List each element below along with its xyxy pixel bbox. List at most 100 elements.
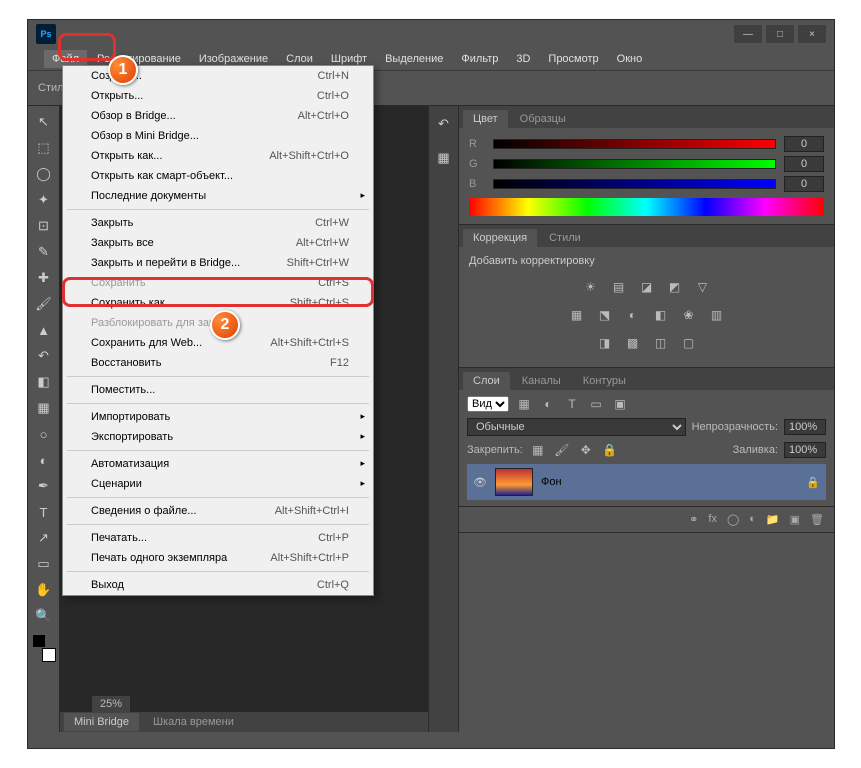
magic-wand-tool[interactable]: ✦: [32, 188, 56, 212]
layer-filter-select[interactable]: Вид: [467, 396, 509, 412]
colorbalance-icon[interactable]: ⬔: [596, 307, 614, 323]
delete-layer-icon[interactable]: 🗑: [810, 513, 824, 526]
maximize-button[interactable]: □: [766, 25, 794, 43]
marquee-tool[interactable]: ⬚: [32, 136, 56, 160]
close-button[interactable]: ×: [798, 25, 826, 43]
channelmixer-icon[interactable]: ❀: [680, 307, 698, 323]
lock-position-icon[interactable]: ✥: [577, 442, 595, 458]
vibrance-icon[interactable]: ▽: [694, 279, 712, 295]
fill-input[interactable]: [784, 442, 826, 458]
lock-transparent-icon[interactable]: ▦: [529, 442, 547, 458]
curves-icon[interactable]: ◪: [638, 279, 656, 295]
menu-item[interactable]: Импортировать: [63, 407, 373, 427]
g-value[interactable]: 0: [784, 156, 824, 172]
brightness-icon[interactable]: ☀: [582, 279, 600, 295]
layer-row-background[interactable]: 👁 Фон 🔒: [467, 464, 826, 500]
r-slider[interactable]: [493, 139, 776, 149]
menu-item[interactable]: Закрыть всеAlt+Ctrl+W: [63, 233, 373, 253]
b-slider[interactable]: [493, 179, 776, 189]
menu-item[interactable]: Обзор в Mini Bridge...: [63, 126, 373, 146]
lock-all-icon[interactable]: 🔒: [601, 442, 619, 458]
menu-item[interactable]: Открыть...Ctrl+O: [63, 86, 373, 106]
menu-item[interactable]: Автоматизация: [63, 454, 373, 474]
tab-color[interactable]: Цвет: [463, 110, 508, 128]
history-panel-icon[interactable]: ↶: [432, 112, 456, 136]
path-select-tool[interactable]: ↗: [32, 526, 56, 550]
visibility-icon[interactable]: 👁: [473, 476, 487, 489]
foreground-background-color[interactable]: [32, 634, 56, 662]
zoom-tool[interactable]: 🔍: [32, 604, 56, 628]
menu-item[interactable]: Открыть как...Alt+Shift+Ctrl+O: [63, 146, 373, 166]
tab-swatches[interactable]: Образцы: [510, 110, 576, 128]
tab-channels[interactable]: Каналы: [512, 372, 571, 390]
gradientmap-icon[interactable]: ▢: [680, 335, 698, 351]
tab-adjustments[interactable]: Коррекция: [463, 229, 537, 247]
menu-item[interactable]: Печать одного экземпляраAlt+Shift+Ctrl+P: [63, 548, 373, 568]
background-color-swatch[interactable]: [42, 648, 56, 662]
tab-layers[interactable]: Слои: [463, 372, 510, 390]
layer-name[interactable]: Фон: [541, 476, 562, 488]
history-brush-tool[interactable]: ↶: [32, 344, 56, 368]
shape-tool[interactable]: ▭: [32, 552, 56, 576]
hand-tool[interactable]: ✋: [32, 578, 56, 602]
menu-item[interactable]: ЗакрытьCtrl+W: [63, 213, 373, 233]
foreground-color-swatch[interactable]: [32, 634, 46, 648]
g-slider[interactable]: [493, 159, 776, 169]
menu-item[interactable]: ВыходCtrl+Q: [63, 575, 373, 595]
colorlookup-icon[interactable]: ▥: [708, 307, 726, 323]
menu-item[interactable]: Обзор в Bridge...Alt+Ctrl+O: [63, 106, 373, 126]
layer-fx-icon[interactable]: fx: [708, 513, 717, 526]
brush-tool[interactable]: 🖌: [32, 292, 56, 316]
eyedropper-tool[interactable]: ✎: [32, 240, 56, 264]
menu-item[interactable]: Сведения о файле...Alt+Shift+Ctrl+I: [63, 501, 373, 521]
menu-view[interactable]: Просмотр: [540, 50, 606, 68]
blur-tool[interactable]: ○: [32, 422, 56, 446]
menu-3d[interactable]: 3D: [508, 50, 538, 68]
tab-styles[interactable]: Стили: [539, 229, 591, 247]
menu-item[interactable]: ВосстановитьF12: [63, 353, 373, 373]
menu-item[interactable]: Закрыть и перейти в Bridge...Shift+Ctrl+…: [63, 253, 373, 273]
stamp-tool[interactable]: ▲: [32, 318, 56, 342]
b-value[interactable]: 0: [784, 176, 824, 192]
blend-mode-select[interactable]: Обычные: [467, 418, 686, 436]
filter-shape-icon[interactable]: ▭: [587, 396, 605, 412]
layer-mask-icon[interactable]: ◯: [727, 513, 739, 526]
menu-item[interactable]: Печатать...Ctrl+P: [63, 528, 373, 548]
lock-pixels-icon[interactable]: 🖌: [553, 442, 571, 458]
properties-panel-icon[interactable]: ▦: [432, 146, 456, 170]
menu-item[interactable]: Открыть как смарт-объект...: [63, 166, 373, 186]
healing-tool[interactable]: ✚: [32, 266, 56, 290]
zoom-status[interactable]: 25%: [92, 696, 130, 712]
invert-icon[interactable]: ◨: [596, 335, 614, 351]
menu-item[interactable]: Экспортировать: [63, 427, 373, 447]
tab-timeline[interactable]: Шкала времени: [143, 713, 244, 731]
tab-mini-bridge[interactable]: Mini Bridge: [64, 713, 139, 731]
bw-icon[interactable]: ◐: [624, 307, 642, 323]
menu-item[interactable]: Сценарии: [63, 474, 373, 494]
crop-tool[interactable]: ⊡: [32, 214, 56, 238]
link-layers-icon[interactable]: ⚭: [689, 513, 698, 526]
menu-window[interactable]: Окно: [609, 50, 651, 68]
new-adjustment-icon[interactable]: ◐: [749, 513, 756, 526]
tab-paths[interactable]: Контуры: [573, 372, 636, 390]
opacity-input[interactable]: [784, 419, 826, 435]
filter-pixel-icon[interactable]: ▦: [515, 396, 533, 412]
posterize-icon[interactable]: ▩: [624, 335, 642, 351]
lasso-tool[interactable]: ◯: [32, 162, 56, 186]
layer-thumbnail[interactable]: [495, 468, 533, 496]
threshold-icon[interactable]: ◫: [652, 335, 670, 351]
exposure-icon[interactable]: ◩: [666, 279, 684, 295]
menu-select[interactable]: Выделение: [377, 50, 451, 68]
filter-adjust-icon[interactable]: ◐: [539, 396, 557, 412]
photofilter-icon[interactable]: ◧: [652, 307, 670, 323]
menu-item[interactable]: Сохранить как...Shift+Ctrl+S: [63, 293, 373, 313]
filter-type-icon[interactable]: T: [563, 396, 581, 412]
new-group-icon[interactable]: 📁: [766, 513, 780, 526]
gradient-tool[interactable]: ▦: [32, 396, 56, 420]
menu-filter[interactable]: Фильтр: [453, 50, 506, 68]
menu-item[interactable]: Поместить...: [63, 380, 373, 400]
hue-icon[interactable]: ▦: [568, 307, 586, 323]
move-tool[interactable]: ↖: [32, 110, 56, 134]
type-tool[interactable]: T: [32, 500, 56, 524]
levels-icon[interactable]: ▤: [610, 279, 628, 295]
